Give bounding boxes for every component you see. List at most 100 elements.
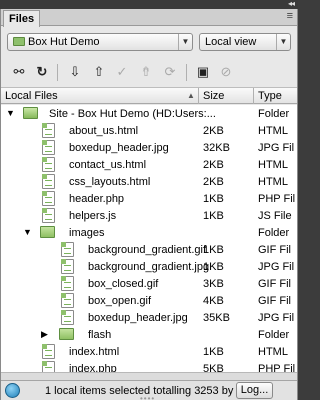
tree-row-folder[interactable]: ▼ images Folder: [1, 224, 297, 241]
column-divider[interactable]: [253, 88, 254, 104]
expand-icon[interactable]: ▣: [195, 64, 211, 80]
file-name: background_gradient.gif: [88, 244, 207, 256]
file-type: HTML: [258, 125, 288, 137]
file-type: GIF Fil: [258, 295, 291, 307]
files-toolbar: ⚯ ↻ ⇩ ⇧ ✓ ⇮ ⟳ ▣ ⊘: [1, 58, 297, 88]
checkout-icon[interactable]: ✓: [114, 64, 130, 80]
file-type: Folder: [258, 108, 290, 120]
file-type: HTML: [258, 176, 288, 188]
file-size: 1KB: [203, 244, 224, 256]
file-type: HTML: [258, 346, 288, 358]
file-size: 1KB: [203, 210, 224, 222]
tree-row[interactable]: box_closed.gif 3KB GIF Fil: [1, 275, 297, 292]
file-type: Folder: [258, 227, 290, 239]
php-file-icon: [42, 191, 55, 206]
checkin-icon[interactable]: ⇮: [138, 64, 154, 80]
file-name: css_layouts.html: [69, 176, 151, 188]
file-size: 2KB: [203, 176, 224, 188]
file-name: box_open.gif: [88, 295, 151, 307]
file-size: 1KB: [203, 261, 224, 273]
toolbar-divider: [186, 64, 187, 81]
image-file-icon: [61, 310, 74, 325]
column-divider[interactable]: [198, 88, 199, 104]
collapsed-triangle-icon[interactable]: ▶: [41, 329, 48, 340]
column-type[interactable]: Type: [258, 90, 282, 102]
toolbar-divider: [57, 64, 58, 81]
tree-row[interactable]: background_gradient.gif 1KB GIF Fil: [1, 241, 297, 258]
column-header: Local Files ▲ Size Type: [1, 87, 297, 104]
file-name: header.php: [69, 193, 125, 205]
tree-row[interactable]: helpers.js 1KB JS File: [1, 207, 297, 224]
file-name: index.html: [69, 346, 120, 358]
selector-row: Box Hut Demo ▼ Local view ▼: [1, 31, 297, 53]
chevron-down-icon: ▼: [178, 34, 192, 50]
tree-row[interactable]: box_open.gif 4KB GIF Fil: [1, 292, 297, 309]
file-type: GIF Fil: [258, 278, 291, 290]
file-name: boxedup_header.jpg: [88, 312, 188, 324]
view-dropdown[interactable]: Local view ▼: [199, 33, 291, 51]
file-type: Folder: [258, 329, 290, 341]
refresh-icon[interactable]: ↻: [34, 64, 50, 80]
file-name: boxedup_header.jpg: [69, 142, 169, 154]
column-size[interactable]: Size: [203, 90, 224, 102]
tree-row[interactable]: contact_us.html 2KB HTML: [1, 156, 297, 173]
html-file-icon: [42, 123, 55, 138]
file-size: 3KB: [203, 278, 224, 290]
disconnect-icon[interactable]: ⊘: [218, 64, 234, 80]
file-list[interactable]: ▼ Site - Box Hut Demo (HD:Users:... Fold…: [1, 105, 297, 379]
horizontal-scrollbar[interactable]: [1, 372, 297, 380]
tree-row[interactable]: css_layouts.html 2KB HTML: [1, 173, 297, 190]
html-file-icon: [42, 344, 55, 359]
get-icon[interactable]: ⇩: [67, 64, 83, 80]
file-name: flash: [88, 329, 112, 341]
expanded-triangle-icon[interactable]: ▼: [23, 227, 32, 237]
file-size: 32KB: [203, 142, 230, 154]
tree-row[interactable]: about_us.html 2KB HTML: [1, 122, 297, 139]
tree-row-site[interactable]: ▼ Site - Box Hut Demo (HD:Users:... Fold…: [1, 105, 297, 122]
panel-menu-icon[interactable]: ≡: [287, 10, 293, 22]
view-dropdown-value: Local view: [205, 36, 257, 48]
tree-row[interactable]: boxedup_header.jpg 35KB JPG Fil: [1, 309, 297, 326]
globe-icon[interactable]: [5, 383, 20, 398]
file-type: HTML: [258, 159, 288, 171]
expanded-triangle-icon[interactable]: ▼: [6, 108, 15, 118]
put-icon[interactable]: ⇧: [91, 64, 107, 80]
html-file-icon: [42, 174, 55, 189]
file-size: 2KB: [203, 125, 224, 137]
log-button[interactable]: Log...: [236, 382, 273, 399]
tree-row[interactable]: index.html 1KB HTML: [1, 343, 297, 360]
file-name: contact_us.html: [69, 159, 147, 171]
connect-icon[interactable]: ⚯: [11, 64, 27, 80]
tree-row[interactable]: header.php 1KB PHP Fil: [1, 190, 297, 207]
js-file-icon: [42, 208, 55, 223]
image-file-icon: [61, 259, 74, 274]
file-size: 1KB: [203, 346, 224, 358]
file-size: 1KB: [203, 193, 224, 205]
tree-row[interactable]: background_gradient.jpg 1KB JPG Fil: [1, 258, 297, 275]
sync-icon[interactable]: ⟳: [162, 64, 178, 80]
tab-files[interactable]: Files: [3, 10, 41, 27]
resize-grip-icon[interactable]: ••••: [140, 394, 155, 400]
file-name: images: [69, 227, 105, 239]
html-file-icon: [42, 157, 55, 172]
file-name: background_gradient.jpg: [88, 261, 210, 273]
file-name: box_closed.gif: [88, 278, 159, 290]
file-type: GIF Fil: [258, 244, 291, 256]
site-icon: [13, 37, 25, 46]
file-size: 4KB: [203, 295, 224, 307]
image-file-icon: [61, 276, 74, 291]
image-file-icon: [61, 242, 74, 257]
tree-row-folder[interactable]: ▶ flash Folder: [1, 326, 297, 343]
site-folder-icon: [23, 107, 38, 119]
folder-icon: [40, 226, 55, 238]
site-dropdown-value: Box Hut Demo: [28, 36, 100, 48]
file-size: 35KB: [203, 312, 230, 324]
chevron-down-icon: ▼: [276, 34, 290, 50]
tree-row[interactable]: boxedup_header.jpg 32KB JPG Fil: [1, 139, 297, 156]
site-dropdown[interactable]: Box Hut Demo ▼: [7, 33, 193, 51]
column-local-files[interactable]: Local Files: [5, 90, 58, 102]
files-panel: Files ≡ Box Hut Demo ▼ Local view ▼ ⚯ ↻ …: [0, 9, 298, 400]
file-name: about_us.html: [69, 125, 139, 137]
collapse-icon[interactable]: ◂◂: [288, 0, 295, 8]
folder-icon: [59, 328, 74, 340]
